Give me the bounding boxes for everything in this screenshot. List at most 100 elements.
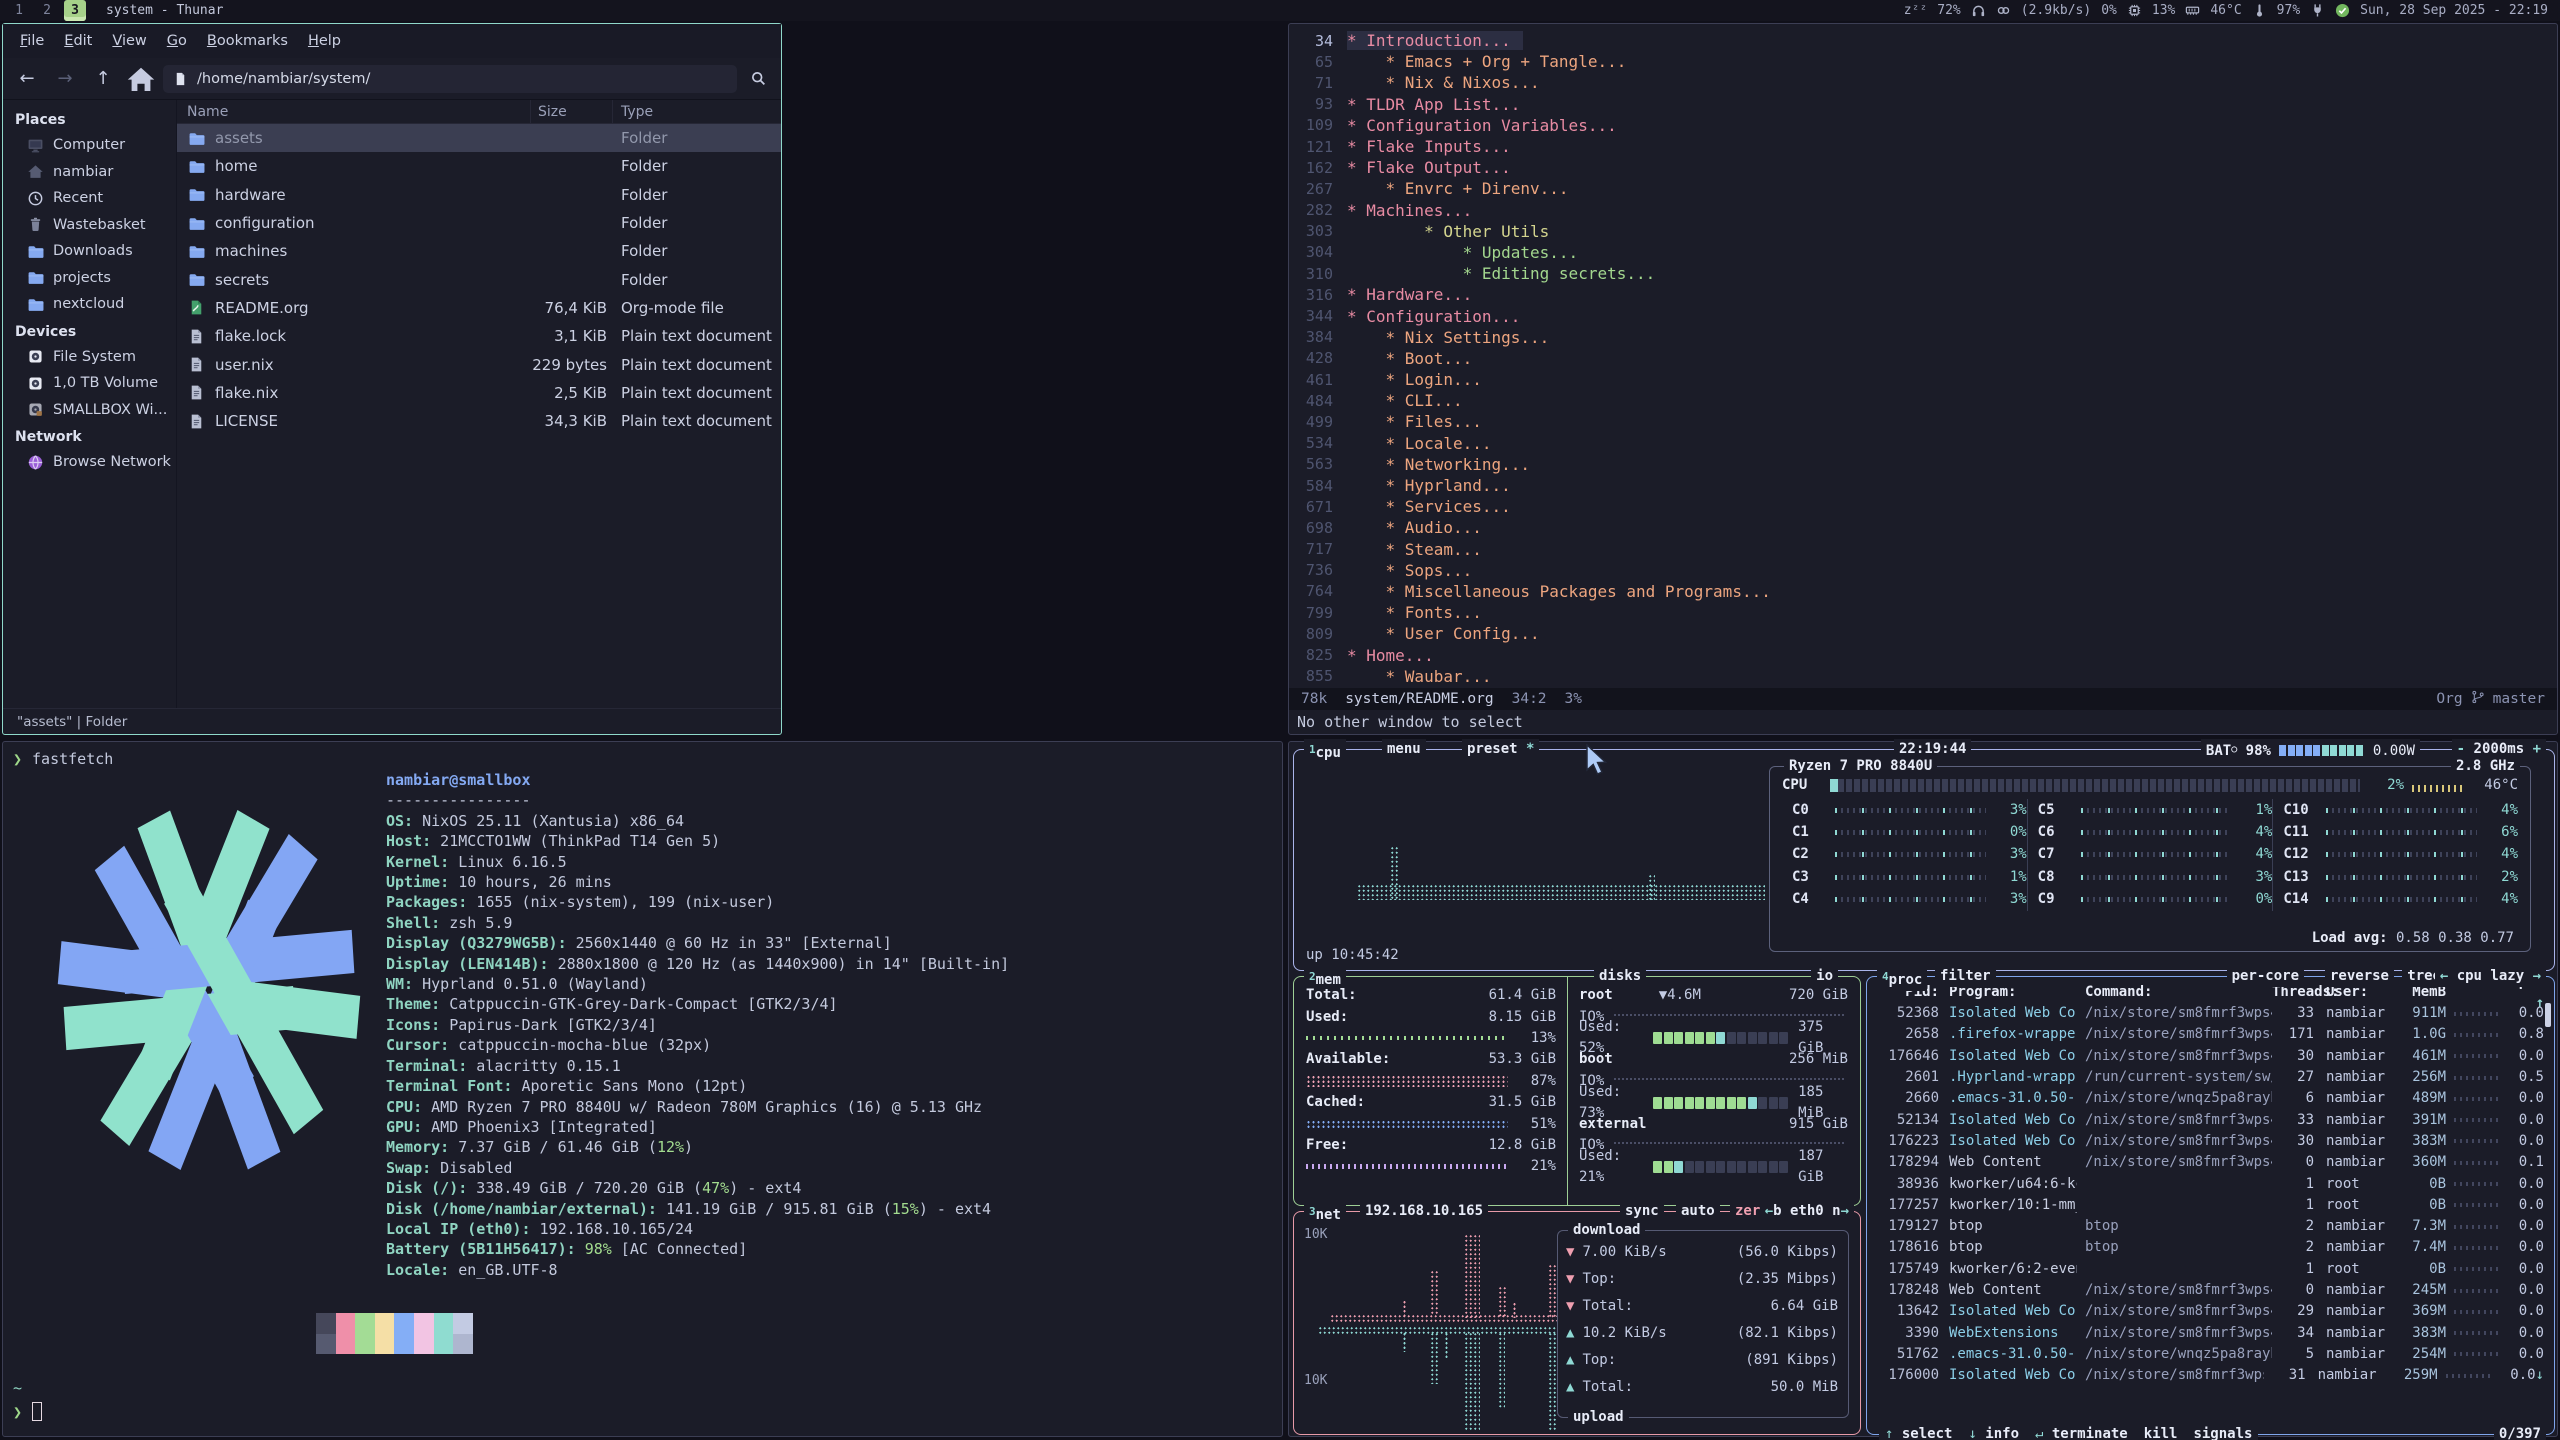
file-row-flake-nix[interactable]: flake.nix2,5 KiBPlain text document [177, 379, 781, 407]
forward-button[interactable]: → [49, 65, 81, 93]
file-row-license[interactable]: LICENSE34,3 KiBPlain text document [177, 407, 781, 435]
shell-prompt[interactable]: ❯ [13, 1402, 42, 1422]
proc-action-select[interactable]: ↑ select [1885, 1424, 1952, 1440]
preset-button[interactable]: preset * [1462, 739, 1539, 760]
org-heading-line[interactable]: 484 * CLI... [1289, 390, 2557, 411]
sidebar-item-recent[interactable]: Recent [3, 185, 176, 212]
proc-sort-selector[interactable]: ← cpu lazy → [2435, 966, 2546, 987]
process-row-175749[interactable]: 175749kworker/6:2-even1root0B0.0 [1867, 1259, 2554, 1280]
org-heading-line[interactable]: 344* Configuration... [1289, 305, 2557, 326]
menu-file[interactable]: File [11, 30, 53, 52]
file-row-secrets[interactable]: secretsFolder [177, 265, 781, 293]
net-interface-switcher[interactable]: ←b eth0 n→ [1760, 1201, 1854, 1222]
menu-help[interactable]: Help [299, 30, 350, 52]
menu-edit[interactable]: Edit [55, 30, 101, 52]
org-heading-line[interactable]: 304 * Updates... [1289, 242, 2557, 263]
org-heading-line[interactable]: 162* Flake Output... [1289, 157, 2557, 178]
process-row-51762[interactable]: 51762.emacs-31.0.50-/nix/store/wnqz5pa8r… [1867, 1344, 2554, 1365]
org-heading-line[interactable]: 384 * Nix Settings... [1289, 327, 2557, 348]
io-toggle[interactable]: io [1811, 966, 1838, 987]
proc-action-kill[interactable]: kill [2144, 1424, 2178, 1440]
org-heading-line[interactable]: 65 * Emacs + Org + Tangle... [1289, 51, 2557, 72]
org-heading-line[interactable]: 71 * Nix & Nixos... [1289, 72, 2557, 93]
proc-filter-button[interactable]: filter [1935, 966, 1996, 987]
column-type[interactable]: Type [613, 100, 781, 123]
org-heading-line[interactable]: 799 * Fonts... [1289, 602, 2557, 623]
sidebar-item-browse-network[interactable]: Browse Network [3, 449, 176, 476]
tab-net[interactable]: 3net [1304, 1201, 1346, 1226]
org-heading-line[interactable]: 825* Home... [1289, 644, 2557, 665]
terminal-window[interactable]: ❯fastfetch nambiar@smallbox-------------… [2, 741, 1283, 1437]
process-row-2601[interactable]: 2601.Hyprland-wrapp/run/current-system/s… [1867, 1067, 2554, 1088]
process-row-176646[interactable]: 176646Isolated Web Co/nix/store/sm8fmrf3… [1867, 1046, 2554, 1067]
sidebar-item-wastebasket[interactable]: Wastebasket [3, 212, 176, 239]
menu-view[interactable]: View [103, 30, 155, 52]
tab-proc[interactable]: 4proc [1877, 966, 1927, 991]
home-button[interactable] [125, 65, 157, 93]
menu-button[interactable]: menu [1382, 739, 1426, 760]
org-heading-line[interactable]: 93* TLDR App List... [1289, 94, 2557, 115]
workspace-button-1[interactable]: 1 [8, 0, 30, 21]
file-row-user-nix[interactable]: user.nix229 bytesPlain text document [177, 350, 781, 378]
net-sync-button[interactable]: sync [1620, 1201, 1664, 1222]
org-heading-line[interactable]: 764 * Miscellaneous Packages and Program… [1289, 581, 2557, 602]
sidebar-item-1-0-tb-volume[interactable]: 1,0 TB Volume [3, 370, 176, 397]
org-heading-line[interactable]: 428 * Boot... [1289, 348, 2557, 369]
process-row-178616[interactable]: 178616btopbtop2nambiar7.4M0.0 [1867, 1237, 2554, 1258]
org-heading-line[interactable]: 499 * Files... [1289, 411, 2557, 432]
org-heading-line[interactable]: 563 * Networking... [1289, 454, 2557, 475]
org-heading-line[interactable]: 671 * Services... [1289, 496, 2557, 517]
file-row-flake-lock[interactable]: flake.lock3,1 KiBPlain text document [177, 322, 781, 350]
file-row-readme-org[interactable]: README.org76,4 KiBOrg-mode file [177, 294, 781, 322]
sidebar-item-computer[interactable]: Computer [3, 132, 176, 159]
proc-action-signals[interactable]: signals [2193, 1424, 2252, 1440]
org-heading-line[interactable]: 310 * Editing secrets... [1289, 263, 2557, 284]
sidebar-item-nambiar[interactable]: nambiar [3, 159, 176, 186]
menu-go[interactable]: Go [158, 30, 196, 52]
proc-per-core-toggle[interactable]: per-core [2227, 966, 2304, 987]
sidebar-item-projects[interactable]: projects [3, 265, 176, 292]
org-heading-line[interactable]: 303 * Other Utils [1289, 221, 2557, 242]
column-name[interactable]: Name [177, 100, 531, 123]
org-heading-line[interactable]: 282* Machines... [1289, 200, 2557, 221]
column-size[interactable]: Size [531, 100, 613, 123]
path-bar[interactable]: /home/nambiar/system/ [163, 65, 737, 93]
process-row-178248[interactable]: 178248Web Content/nix/store/sm8fmrf3wps4… [1867, 1280, 2554, 1301]
process-row-3390[interactable]: 3390WebExtensions/nix/store/sm8fmrf3wps4… [1867, 1322, 2554, 1343]
process-row-2660[interactable]: 2660.emacs-31.0.50-/nix/store/wnqz5pa8ra… [1867, 1088, 2554, 1109]
sidebar-item-downloads[interactable]: Downloads [3, 238, 176, 265]
org-heading-line[interactable]: 698 * Audio... [1289, 517, 2557, 538]
process-row-38936[interactable]: 38936kworker/u64:6-kc1root0B0.0 [1867, 1173, 2554, 1194]
org-heading-line[interactable]: 109* Configuration Variables... [1289, 115, 2557, 136]
workspace-button-3[interactable]: 3 [64, 0, 86, 21]
workspace-button-2[interactable]: 2 [36, 0, 58, 21]
process-row-179127[interactable]: 179127btopbtop2nambiar7.3M0.0 [1867, 1216, 2554, 1237]
process-row-176000[interactable]: 176000Isolated Web Co/nix/store/sm8fmrf3… [1867, 1365, 2554, 1386]
proc-action-terminate[interactable]: ↵ terminate [2035, 1424, 2128, 1440]
org-heading-line[interactable]: 316* Hardware... [1289, 284, 2557, 305]
org-heading-line[interactable]: 121* Flake Inputs... [1289, 136, 2557, 157]
file-row-home[interactable]: homeFolder [177, 152, 781, 180]
org-heading-line[interactable]: 717 * Steam... [1289, 539, 2557, 560]
org-heading-line[interactable]: 855 * Waubar... [1289, 666, 2557, 687]
process-row-52134[interactable]: 52134Isolated Web Co/nix/store/sm8fmrf3w… [1867, 1109, 2554, 1130]
file-row-configuration[interactable]: configurationFolder [177, 209, 781, 237]
tab-cpu[interactable]: 1cpu [1304, 739, 1346, 764]
disks-toggle[interactable]: disks [1594, 966, 1646, 987]
sidebar-item-file-system[interactable]: File System [3, 344, 176, 371]
sidebar-item-nextcloud[interactable]: nextcloud [3, 291, 176, 318]
process-row-177257[interactable]: 177257kworker/10:1-mm_1root0B0.0 [1867, 1195, 2554, 1216]
org-heading-line[interactable]: 34* Introduction... [1289, 30, 2557, 51]
sidebar-item-smallbox-wi-[interactable]: SMALLBOX Wi... [3, 397, 176, 424]
process-row-13642[interactable]: 13642Isolated Web Co/nix/store/sm8fmrf3w… [1867, 1301, 2554, 1322]
org-heading-line[interactable]: 461 * Login... [1289, 369, 2557, 390]
org-heading-line[interactable]: 809 * User Config... [1289, 623, 2557, 644]
back-button[interactable]: ← [11, 65, 43, 93]
menu-bookmarks[interactable]: Bookmarks [198, 30, 297, 52]
process-row-176223[interactable]: 176223Isolated Web Co/nix/store/sm8fmrf3… [1867, 1131, 2554, 1152]
org-buffer[interactable]: 34* Introduction...65 * Emacs + Org + Ta… [1289, 24, 2557, 688]
process-row-52368[interactable]: 52368Isolated Web Co/nix/store/sm8fmrf3w… [1867, 1003, 2554, 1024]
process-row-178294[interactable]: 178294Web Content/nix/store/sm8fmrf3wps4… [1867, 1152, 2554, 1173]
net-auto-button[interactable]: auto [1676, 1201, 1720, 1222]
search-button[interactable] [743, 65, 773, 93]
